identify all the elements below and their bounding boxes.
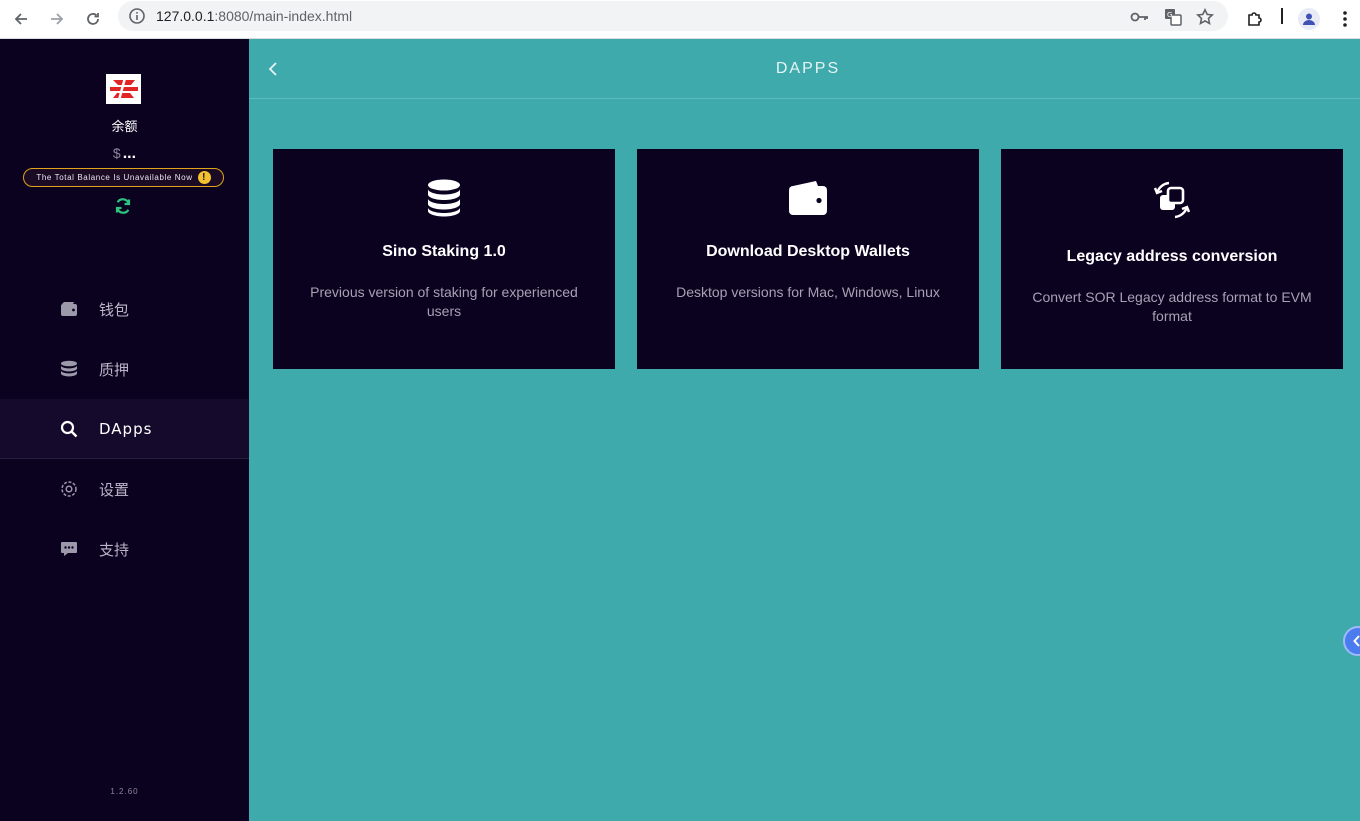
svg-text:G: G: [1167, 11, 1172, 19]
card-title: Download Desktop Wallets: [706, 243, 910, 260]
card-description: Convert SOR Legacy address format to EVM…: [1032, 289, 1312, 324]
bookmark-star-icon[interactable]: [1195, 7, 1215, 27]
sidebar-item-settings[interactable]: 设置: [0, 459, 249, 519]
reload-icon: [87, 13, 99, 25]
card-description: Previous version of staking for experien…: [310, 284, 578, 319]
balance-warning-text: The Total Balance Is Unavailable Now: [36, 173, 193, 182]
balance-amount: $...: [0, 145, 249, 163]
wallet-icon: [637, 180, 979, 216]
browser-menu-button[interactable]: [1330, 4, 1360, 34]
url-text[interactable]: 127.0.0.1:8080/main-index.html: [156, 8, 352, 24]
arrow-right-icon: [51, 13, 64, 25]
person-icon: [1303, 13, 1315, 25]
refresh-icon[interactable]: [114, 197, 132, 220]
sidebar-menu: 钱包 质押 DApps 设置 支持: [0, 279, 249, 579]
app-logo: [106, 74, 141, 104]
sidebar: 余额 $... The Total Balance Is Unavailable…: [0, 39, 249, 821]
chat-icon: [60, 540, 78, 558]
dapp-card-sino-staking[interactable]: Sino Staking 1.0 Previous version of sta…: [273, 149, 615, 369]
site-info-icon[interactable]: [128, 7, 146, 30]
sidebar-item-support[interactable]: 支持: [0, 519, 249, 579]
dapp-card-desktop-wallets[interactable]: Download Desktop Wallets Desktop version…: [637, 149, 979, 369]
search-icon: [60, 420, 78, 438]
sidebar-item-label: 钱包: [99, 300, 130, 319]
avatar: [1298, 8, 1320, 30]
dapp-card-legacy-conversion[interactable]: Legacy address conversion Convert SOR Le…: [1001, 149, 1343, 369]
page-header: DAPPS: [249, 39, 1360, 99]
sidebar-item-dapps[interactable]: DApps: [0, 399, 249, 459]
back-button[interactable]: [6, 4, 36, 34]
sidebar-item-label: DApps: [99, 419, 153, 438]
card-title: Legacy address conversion: [1066, 248, 1278, 265]
arrow-left-icon: [14, 13, 27, 25]
forward-button[interactable]: [42, 4, 72, 34]
reload-button[interactable]: [78, 4, 108, 34]
sidebar-item-label: 质押: [99, 360, 130, 379]
extensions-button[interactable]: [1240, 4, 1270, 34]
puzzle-icon: [1248, 12, 1262, 26]
main-content: DAPPS Sino Staking 1.0 Previous version …: [249, 39, 1360, 821]
kebab-menu-icon: [1343, 11, 1347, 27]
database-icon: [60, 360, 78, 378]
wallet-icon: [60, 300, 78, 318]
sidebar-item-staking[interactable]: 质押: [0, 339, 249, 399]
key-icon[interactable]: [1130, 7, 1150, 27]
sidebar-item-label: 设置: [99, 480, 130, 499]
gear-icon: [60, 480, 78, 498]
sidebar-item-label: 支持: [99, 540, 130, 559]
toolbar-divider: [1281, 8, 1283, 24]
chevron-left-icon: [1353, 635, 1360, 647]
sidebar-item-wallet[interactable]: 钱包: [0, 279, 249, 339]
card-description: Desktop versions for Mac, Windows, Linux: [676, 284, 940, 300]
balance-value: ...: [122, 145, 137, 162]
database-icon: [273, 179, 615, 217]
browser-toolbar: 127.0.0.1:8080/main-index.html G: [0, 0, 1360, 39]
page-title: DAPPS: [775, 60, 841, 77]
app-version: 1.2.60: [110, 787, 139, 796]
translate-icon[interactable]: G: [1163, 7, 1183, 27]
profile-button[interactable]: [1294, 4, 1324, 34]
balance-label: 余额: [111, 120, 138, 135]
warning-icon: !: [197, 171, 211, 184]
convert-icon: [1001, 181, 1343, 219]
logo-icon: [109, 77, 138, 101]
address-bar[interactable]: 127.0.0.1:8080/main-index.html G: [118, 1, 1228, 31]
card-title: Sino Staking 1.0: [382, 243, 506, 260]
balance-currency: $: [112, 145, 121, 161]
balance-warning-badge: The Total Balance Is Unavailable Now !: [23, 168, 224, 187]
